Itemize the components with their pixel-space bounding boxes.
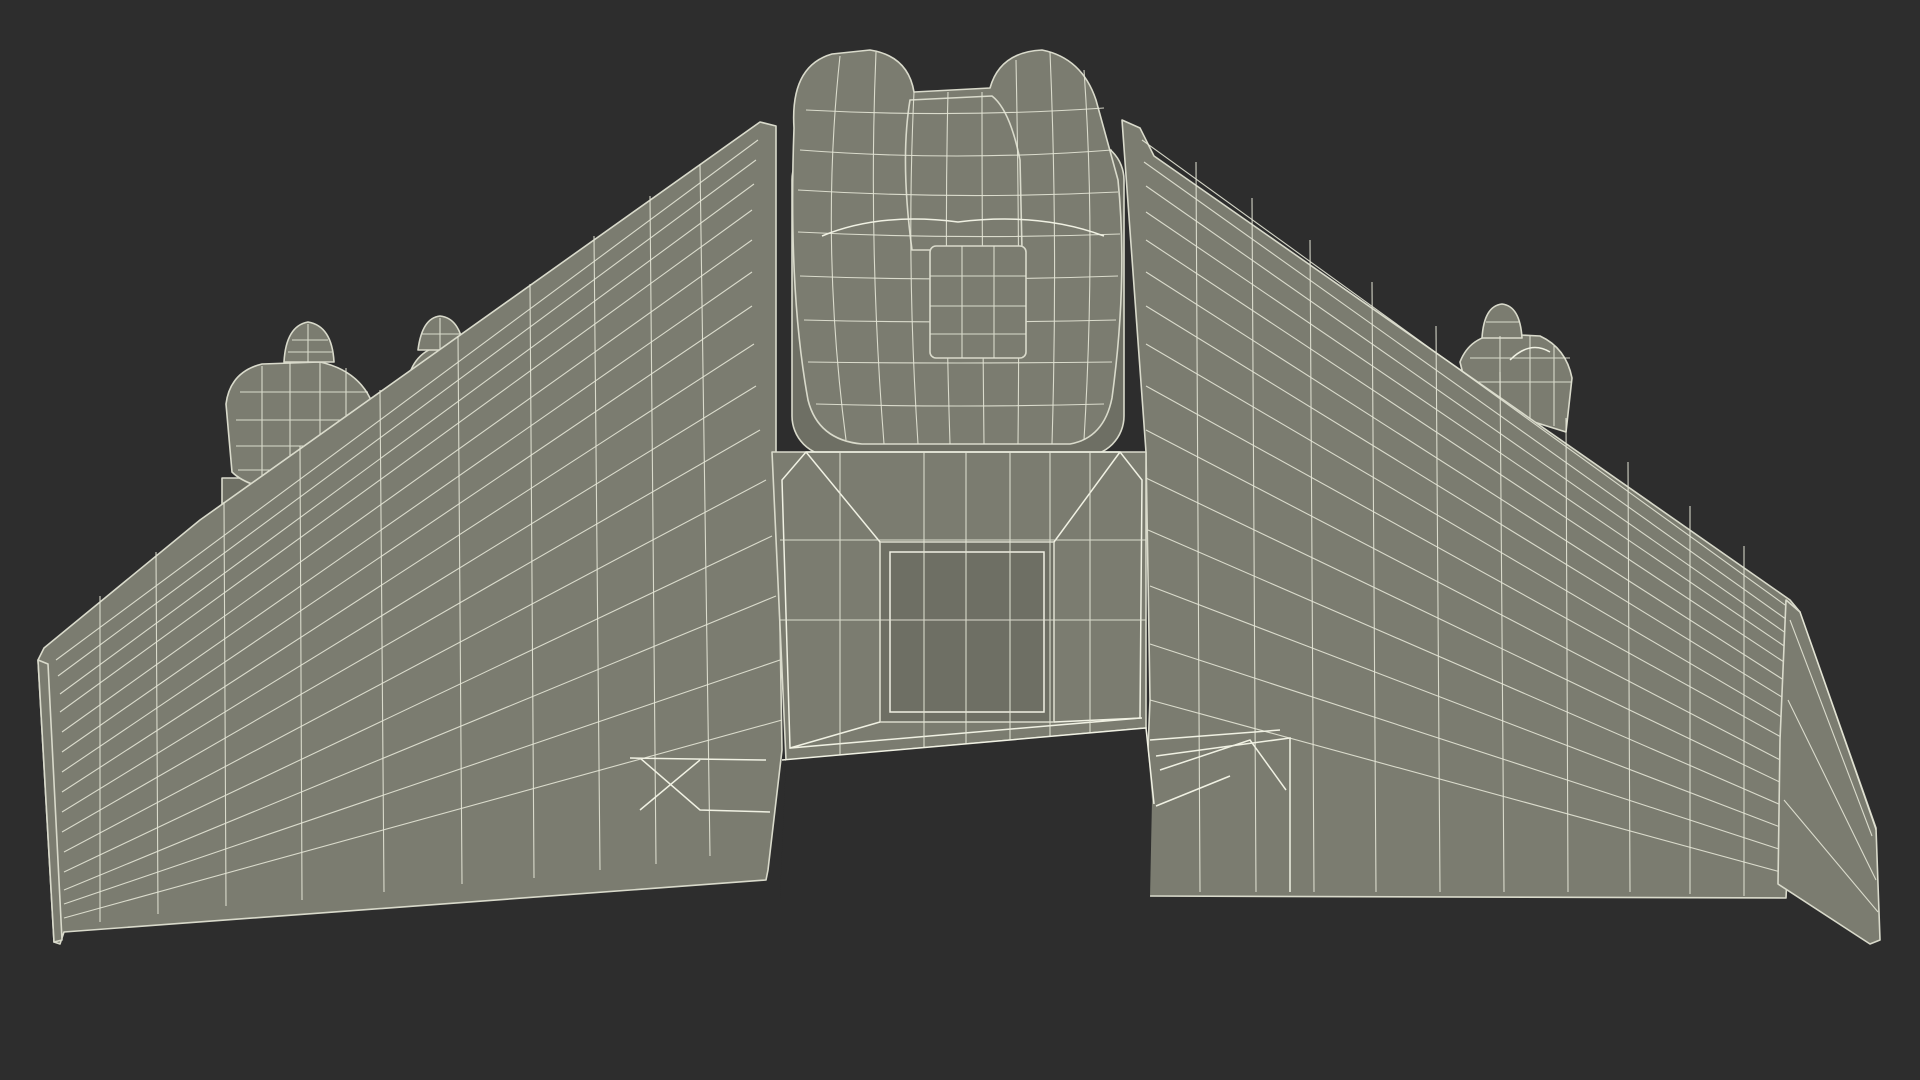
cockpit-pod [791,49,1125,457]
wireframe-model [37,49,1881,945]
render-viewport [0,0,1920,1080]
